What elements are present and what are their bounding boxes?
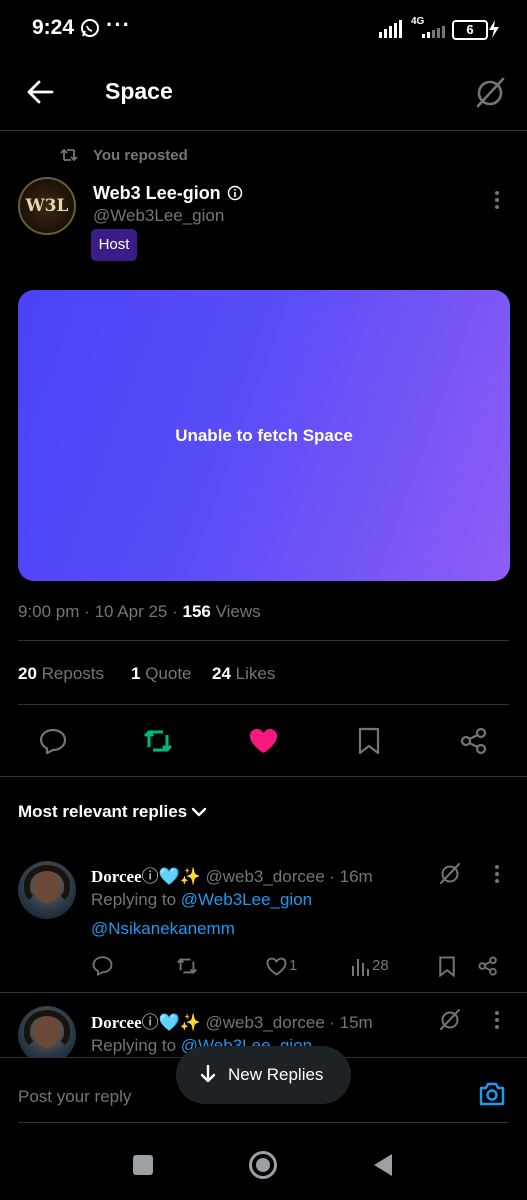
reply-time: · 16m xyxy=(329,867,373,886)
reply-author-name-2[interactable]: Dorcee xyxy=(91,1013,142,1032)
spaces-icon-reply[interactable] xyxy=(438,861,462,885)
new-replies-label: New Replies xyxy=(228,1065,324,1084)
reply-views-icon[interactable] xyxy=(351,957,369,976)
reply-author-name[interactable]: Dorcee xyxy=(91,867,142,886)
reply-share-icon[interactable] xyxy=(478,956,498,976)
views-label: Views xyxy=(215,602,261,621)
quotes-stat[interactable]: 1 Quote xyxy=(131,664,192,684)
notification-overflow-icon: ··· xyxy=(106,12,131,37)
header-divider xyxy=(0,130,527,131)
reposts-count: 20 xyxy=(18,664,37,683)
space-card[interactable]: Unable to fetch Space xyxy=(18,290,510,581)
repost-active-icon[interactable] xyxy=(143,727,173,755)
reply-comment-icon[interactable] xyxy=(92,955,113,976)
author-handle[interactable]: @Web3Lee_gion xyxy=(93,206,224,226)
space-card-message: Unable to fetch Space xyxy=(175,426,353,445)
reply-header: Dorceeⓘ🩵✨ @web3_dorcee · 16m xyxy=(91,862,373,887)
repost-note: You reposted xyxy=(93,147,188,164)
post-date: 10 Apr 25 xyxy=(94,602,168,621)
mention-link-2[interactable]: @Nsikanekanemm xyxy=(91,919,235,939)
replies-sort-label[interactable]: Most relevant replies xyxy=(18,802,187,822)
post-meta: 9:00 pm · 10 Apr 25 · 156 Views xyxy=(18,602,261,622)
page-title: Space xyxy=(105,78,173,104)
reply-input[interactable]: Post your reply xyxy=(18,1087,131,1107)
more-options-icon[interactable] xyxy=(494,190,500,210)
signal-icon xyxy=(379,20,402,38)
new-replies-button[interactable]: New Replies xyxy=(176,1046,351,1104)
signal-2-icon xyxy=(422,26,445,38)
reply-divider xyxy=(0,992,527,993)
host-badge: Host xyxy=(91,229,137,261)
reposts-stat[interactable]: 20 Reposts xyxy=(18,664,104,684)
likes-stat[interactable]: 24 Likes xyxy=(212,664,275,684)
reply-author-emoji-2: ⓘ🩵✨ xyxy=(141,1013,201,1032)
reply-time-2: · 15m xyxy=(329,1013,373,1032)
chevron-down-icon[interactable] xyxy=(190,803,208,821)
charging-icon xyxy=(489,20,499,38)
spaces-icon[interactable] xyxy=(472,74,508,110)
reply-repost-icon[interactable] xyxy=(176,956,198,976)
reply-author-handle[interactable]: @web3_dorcee xyxy=(205,867,324,886)
status-bar: 9:24 ··· 4G 6 xyxy=(0,0,527,58)
bookmark-icon[interactable] xyxy=(357,727,381,755)
reply-view-count: 28 xyxy=(372,957,389,974)
replying-to-label: Replying to xyxy=(91,890,177,909)
home-button-icon[interactable] xyxy=(248,1150,278,1180)
author-name[interactable]: Web3 Lee-gion xyxy=(93,183,221,204)
avatar-logo-text: W3L xyxy=(25,196,69,216)
reply-like-count: 1 xyxy=(289,957,298,974)
avatar-hair xyxy=(24,865,70,905)
meta-divider xyxy=(18,640,509,641)
top-app-bar xyxy=(0,60,527,130)
quote-count: 1 xyxy=(131,664,141,683)
info-icon xyxy=(227,185,243,201)
post-time: 9:00 pm xyxy=(18,602,80,621)
whatsapp-icon xyxy=(81,19,99,37)
author-avatar[interactable]: W3L xyxy=(18,177,76,235)
spaces-icon-reply-2[interactable] xyxy=(438,1007,462,1031)
views-count: 156 xyxy=(182,602,211,621)
reply-more-icon-2[interactable] xyxy=(494,1010,500,1030)
actions-divider xyxy=(0,776,527,777)
stats-divider xyxy=(18,704,509,705)
share-icon[interactable] xyxy=(460,727,488,755)
reply-icon[interactable] xyxy=(39,727,67,755)
replying-to-line: Replying to @Web3Lee_gion xyxy=(91,890,312,910)
battery-icon: 6 xyxy=(452,20,488,40)
camera-icon[interactable] xyxy=(478,1080,506,1108)
reply-header-2: Dorceeⓘ🩵✨ @web3_dorcee · 15m xyxy=(91,1008,373,1033)
meta-separator-1: · xyxy=(84,602,90,621)
replying-to-label-2: Replying to xyxy=(91,1036,177,1055)
reply-like-icon[interactable] xyxy=(266,957,287,976)
status-time: 9:24 xyxy=(32,16,75,39)
avatar-hair-2 xyxy=(24,1010,70,1050)
reposts-label: Reposts xyxy=(41,664,105,683)
reply-more-icon[interactable] xyxy=(494,864,500,884)
likes-count: 24 xyxy=(212,664,231,683)
reply-avatar-2[interactable] xyxy=(18,1006,76,1064)
reply-author-handle-2[interactable]: @web3_dorcee xyxy=(205,1013,324,1032)
system-nav-bar xyxy=(0,1126,527,1200)
likes-label: Likes xyxy=(235,664,276,683)
arrow-down-icon xyxy=(200,1064,216,1083)
repost-icon xyxy=(60,148,78,162)
composer-underline xyxy=(18,1122,509,1123)
recents-button-icon[interactable] xyxy=(133,1155,153,1175)
reply-author-emoji: ⓘ🩵✨ xyxy=(141,867,201,886)
like-filled-icon[interactable] xyxy=(249,728,278,754)
reply-avatar[interactable] xyxy=(18,861,76,919)
meta-separator-2: · xyxy=(172,602,178,621)
reply-bookmark-icon[interactable] xyxy=(438,956,456,977)
back-button-icon[interactable] xyxy=(372,1152,394,1178)
quote-label: Quote xyxy=(145,664,192,683)
back-arrow-icon[interactable] xyxy=(26,78,54,106)
mention-link-1[interactable]: @Web3Lee_gion xyxy=(181,890,312,909)
